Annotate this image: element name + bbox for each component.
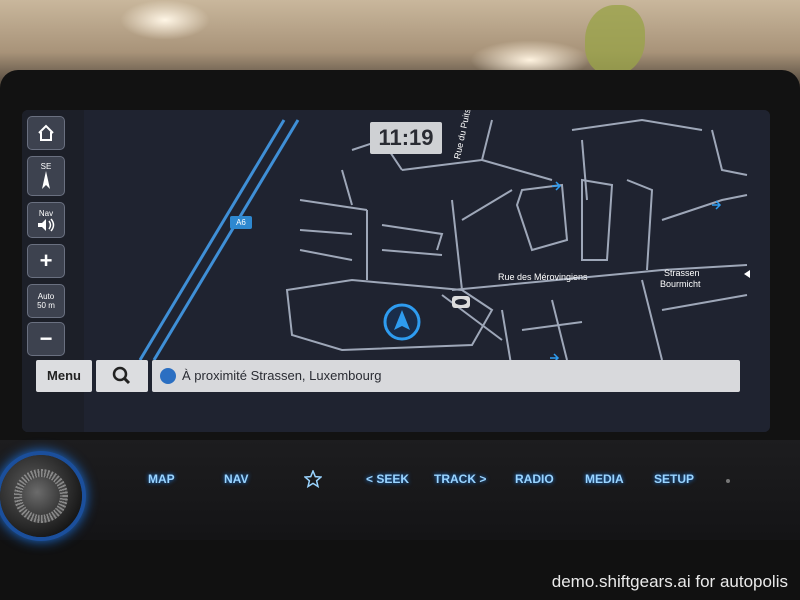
zoom-mode-button[interactable]: Auto 50 m — [27, 284, 65, 318]
current-location-bar[interactable]: À proximité Strassen, Luxembourg — [152, 360, 740, 392]
control-panel — [0, 440, 800, 540]
infotainment-screen: Rue du Puits R Rue des Mérovingiens Stra… — [22, 110, 770, 432]
home-button[interactable] — [27, 116, 65, 150]
volume-knob[interactable] — [0, 455, 82, 537]
nav-volume-label: Nav — [38, 208, 54, 218]
place-label: Strassen — [664, 268, 700, 278]
watermark: demo.shiftgears.ai for autopolis — [551, 572, 788, 591]
zoom-mode-label: Auto — [37, 292, 55, 301]
compass-button[interactable]: SE — [27, 156, 65, 196]
highway-badge: A6 — [230, 216, 252, 229]
zoom-in-button[interactable]: + — [27, 244, 65, 278]
indicator-dot — [726, 479, 730, 483]
nav-volume-button[interactable]: Nav — [27, 202, 65, 238]
current-position-marker — [383, 303, 421, 341]
star-icon — [303, 469, 323, 489]
speaker-icon — [38, 218, 55, 231]
place-label: Bourmicht — [660, 279, 701, 289]
compass-needle-icon — [42, 170, 50, 189]
current-location-text: À proximité Strassen, Luxembourg — [182, 368, 382, 383]
nav-hard-button[interactable]: NAV — [224, 472, 248, 486]
plus-icon: + — [39, 248, 53, 273]
minus-icon: − — [39, 326, 53, 351]
compass-heading: SE — [40, 161, 52, 171]
seek-hard-button[interactable]: < SEEK — [366, 472, 409, 486]
background-plant — [585, 5, 645, 75]
street-label: Rue des Mérovingiens — [498, 272, 588, 282]
search-icon — [112, 366, 131, 385]
zoom-scale-label: 50 m — [37, 301, 55, 310]
dealer-poi-icon — [452, 296, 470, 308]
map-hard-button[interactable]: MAP — [148, 472, 175, 486]
home-icon — [38, 124, 54, 141]
knob-cap — [22, 477, 60, 515]
favorite-hard-button[interactable] — [303, 469, 323, 491]
search-button[interactable] — [96, 360, 148, 392]
clock: 11:19 — [370, 122, 442, 154]
ceiling-light — [120, 0, 210, 40]
radio-hard-button[interactable]: RADIO — [515, 472, 554, 486]
media-hard-button[interactable]: MEDIA — [585, 472, 624, 486]
pan-left-icon[interactable] — [744, 270, 750, 278]
menu-button[interactable]: Menu — [36, 360, 92, 392]
zoom-out-button[interactable]: − — [27, 322, 65, 356]
setup-hard-button[interactable]: SETUP — [654, 472, 694, 486]
track-hard-button[interactable]: TRACK > — [434, 472, 486, 486]
location-arrow-icon — [160, 368, 176, 384]
